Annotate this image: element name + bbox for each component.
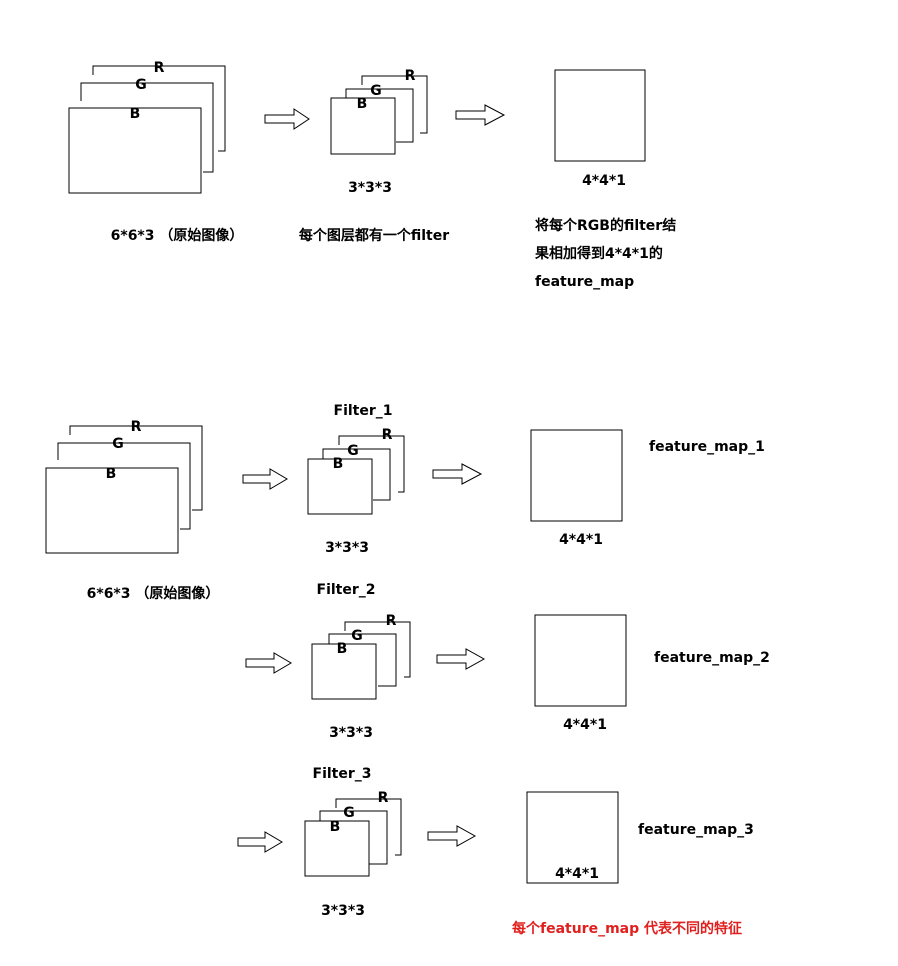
- row-1-arrow-2: [432, 463, 483, 485]
- row-1-arrow-1: [242, 468, 288, 490]
- filter-2-name: Filter_2: [317, 582, 376, 598]
- feature-map-2-name: feature_map_2: [654, 650, 770, 666]
- row-3-arrow-1: [237, 831, 283, 853]
- feature-map-1-name: feature_map_1: [649, 439, 765, 455]
- filter-1-r-label: R: [382, 427, 393, 443]
- top-input-caption: 6*6*3 （原始图像）: [111, 227, 244, 244]
- filter-1-size: 3*3*3: [325, 540, 369, 556]
- top-section: R G B 6*6*3 （原始图像） R G B 3*3*3 每个图层都有一个f…: [68, 60, 676, 290]
- top-filter-size: 3*3*3: [348, 180, 392, 196]
- bottom-input-caption: 6*6*3 （原始图像）: [87, 585, 220, 602]
- filter-3-r-label: R: [378, 790, 389, 806]
- bottom-input-stack: R G B: [45, 419, 203, 554]
- top-arrow-2: [455, 104, 506, 126]
- filter-1-g-label: G: [347, 443, 359, 459]
- filter-2-size: 3*3*3: [329, 725, 373, 741]
- feature-map-3-name: feature_map_3: [638, 822, 754, 838]
- output-2-size: 4*4*1: [563, 717, 607, 733]
- top-explanation-line-1: 将每个RGB的filter结: [535, 217, 676, 234]
- filter-1-name: Filter_1: [334, 403, 393, 419]
- bottom-section: R G B 6*6*3 （原始图像） Filter_1 R G B 3*3*3 …: [45, 403, 770, 937]
- top-filter-b-label: B: [357, 96, 368, 112]
- filter-row-3: Filter_3 R G B 3*3*3 4*4*1 feature_map_3: [237, 766, 754, 919]
- top-input-stack: R G B: [68, 60, 226, 194]
- top-filter-r-label: R: [405, 68, 416, 84]
- top-input-b-label: B: [130, 106, 141, 122]
- top-output-size: 4*4*1: [582, 173, 626, 189]
- top-explanation-line-2: 果相加得到4*4*1的: [534, 245, 663, 262]
- filter-row-2: Filter_2 R G B 3*3*3 4*4*1 feature_map_2: [245, 582, 770, 741]
- output-1-size: 4*4*1: [559, 532, 603, 548]
- top-filter-desc: 每个图层都有一个filter: [299, 227, 449, 244]
- row-3-arrow-2: [427, 825, 477, 847]
- top-input-r-label: R: [154, 60, 165, 76]
- top-filter-g-label: G: [370, 83, 382, 99]
- output-3-size: 4*4*1: [555, 866, 599, 882]
- bottom-input-r-label: R: [131, 419, 142, 435]
- filter-3-b-label: B: [330, 819, 341, 835]
- filter-3-name: Filter_3: [313, 766, 372, 782]
- feature-map-1: [530, 429, 623, 522]
- top-input-g-label: G: [135, 77, 147, 93]
- filter-3-size: 3*3*3: [321, 903, 365, 919]
- bottom-input-b-label: B: [106, 466, 117, 482]
- filter-2-b-label: B: [337, 641, 348, 657]
- top-arrow-1: [264, 108, 310, 130]
- top-explanation-line-3: feature_map: [535, 274, 634, 290]
- filter-1-b-label: B: [333, 456, 344, 472]
- filter-3-g-label: G: [343, 805, 355, 821]
- convolution-diagram: R G B 6*6*3 （原始图像） R G B 3*3*3 每个图层都有一个f…: [45, 60, 770, 937]
- feature-map-2: [534, 614, 627, 707]
- bottom-input-g-label: G: [112, 436, 124, 452]
- conclusion-note: 每个feature_map 代表不同的特征: [512, 920, 742, 937]
- top-output-map: [554, 69, 646, 162]
- filter-2-g-label: G: [351, 628, 363, 644]
- row-2-arrow-2: [436, 648, 486, 670]
- top-filter-stack: R G B: [330, 68, 428, 155]
- filter-row-1: Filter_1 R G B 3*3*3 4*4*1 feature_map_1: [242, 403, 765, 556]
- row-2-arrow-1: [245, 652, 292, 674]
- filter-2-r-label: R: [386, 613, 397, 629]
